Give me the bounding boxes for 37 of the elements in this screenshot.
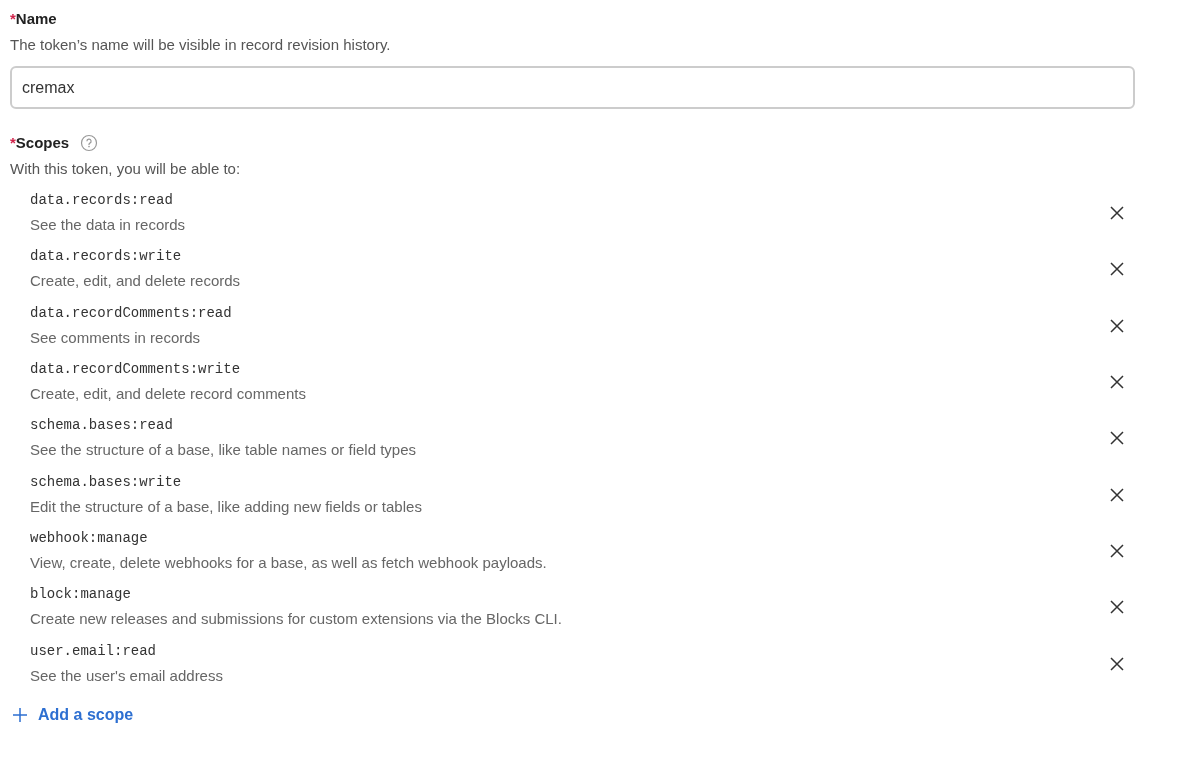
field-description: The token’s name will be visible in record revision history.	[10, 35, 392, 55]
scope-description: See comments in records	[30, 327, 202, 348]
field-label: Scopes	[15, 133, 70, 153]
scope-description: Create new releases and submissions for custom extensions via the Blocks CLI.	[30, 609, 562, 630]
scope-code: data.records:write	[30, 247, 183, 267]
remove-button[interactable]	[1109, 655, 1125, 672]
remove-button[interactable]	[1109, 205, 1125, 222]
required-mark: *	[10, 133, 16, 153]
remove-button[interactable]	[1109, 430, 1125, 447]
scope-code: block:manage	[30, 585, 132, 605]
scope-description: Edit the structure of a base, like adding new fields or tables	[30, 496, 422, 517]
field-description: With this token, you will be able to:	[10, 159, 242, 179]
remove-button[interactable]	[1109, 374, 1125, 391]
remove-button[interactable]	[1109, 599, 1125, 616]
add-scope-link[interactable]: Add a scope	[12, 702, 134, 727]
scope-code: user.email:read	[30, 641, 158, 661]
scope-code: schema.bases:read	[30, 416, 174, 436]
scope-code: webhook:manage	[30, 528, 149, 548]
plus-icon	[12, 706, 28, 723]
name-input[interactable]: cremax	[10, 66, 1135, 109]
remove-button[interactable]	[1109, 317, 1125, 334]
scope-code: schema.bases:write	[30, 472, 183, 492]
remove-button[interactable]	[1109, 486, 1125, 503]
field-label: Name	[15, 9, 57, 29]
scope-description: See the user's email address	[30, 665, 223, 686]
scope-description: See the data in records	[30, 215, 186, 236]
remove-button[interactable]	[1109, 542, 1125, 559]
scope-code: data.recordComments:write	[30, 360, 242, 380]
scope-description: Create, edit, and delete record comments	[30, 384, 306, 405]
scope-code: data.recordComments:read	[30, 303, 232, 323]
scope-description: See the structure of a base, like table names or field types	[30, 440, 417, 461]
required-mark: *	[10, 9, 16, 29]
remove-button[interactable]	[1109, 261, 1125, 278]
help-icon[interactable]	[80, 134, 99, 152]
scope-description: View, create, delete webhooks for a base, as well as fetch webhook payloads.	[30, 552, 547, 573]
scope-code: data.records:read	[30, 191, 174, 211]
scope-description: Create, edit, and delete records	[30, 271, 241, 292]
